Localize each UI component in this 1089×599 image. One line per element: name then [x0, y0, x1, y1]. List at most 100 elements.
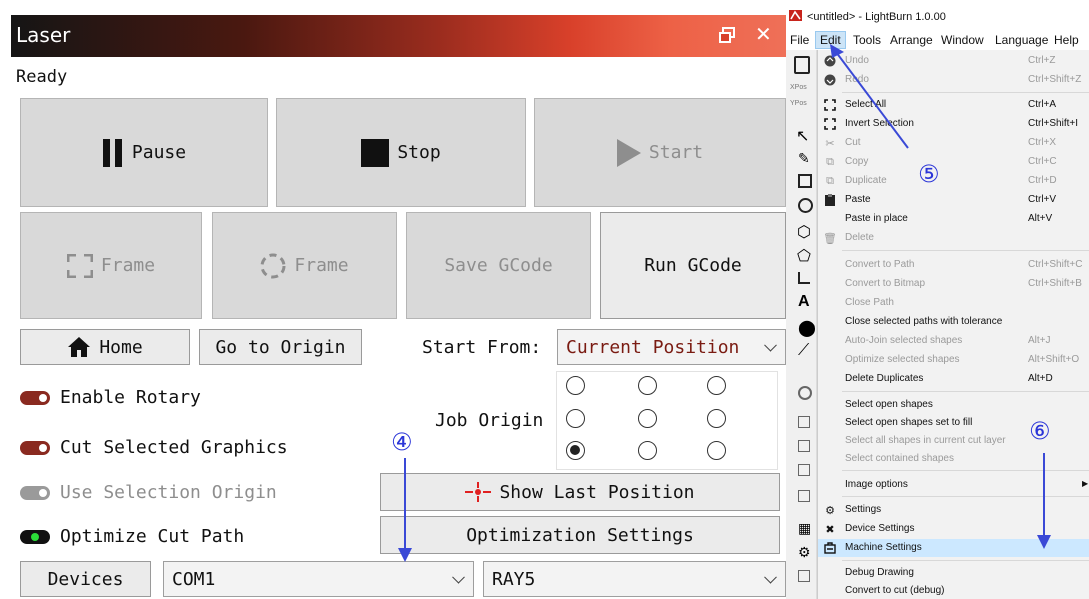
tool-icon[interactable] — [798, 440, 810, 452]
lightburn-title: <untitled> - LightBurn 1.0.00 — [807, 11, 946, 23]
menu-item-shortcut: Ctrl+Shift+Z — [1028, 74, 1082, 85]
device-select[interactable]: RAY5 — [483, 561, 786, 597]
tool-icon[interactable] — [798, 490, 810, 502]
job-origin-radio[interactable] — [638, 409, 657, 428]
menu-item-convert-to-path[interactable]: Convert to Path Ctrl+Shift+C — [818, 256, 1089, 274]
run-gcode-button[interactable]: Run GCode — [600, 212, 786, 319]
menu-item-duplicate[interactable]: ⧉ Duplicate Ctrl+D — [818, 172, 1089, 190]
text-tool-icon[interactable]: A — [798, 293, 810, 311]
menu-separator — [842, 391, 1089, 392]
chevron-down-icon — [764, 338, 777, 352]
menu-item-shortcut: Ctrl+D — [1028, 175, 1057, 186]
menu-item-paste-in-place[interactable]: Paste in place Alt+V — [818, 210, 1089, 228]
polygon-icon[interactable]: ⬡ — [797, 222, 811, 242]
start-from-select[interactable]: Current Position — [557, 329, 786, 365]
toggle-icon[interactable] — [20, 529, 50, 544]
tool-icon[interactable] — [798, 386, 812, 400]
copy-icon: ⧉ — [826, 155, 834, 168]
play-icon — [616, 138, 641, 167]
job-origin-radio[interactable] — [707, 376, 726, 395]
devices-button[interactable]: Devices — [20, 561, 151, 597]
menu-item-label: Delete Duplicates — [845, 373, 924, 384]
job-origin-radio-selected[interactable] — [566, 441, 585, 460]
frame-circle-button[interactable]: Frame — [212, 212, 397, 319]
job-origin-radio[interactable] — [638, 441, 657, 460]
ellipse-icon[interactable] — [798, 198, 813, 213]
toggle-icon[interactable] — [20, 440, 50, 455]
menu-item-delete-duplicates[interactable]: Delete Duplicates Alt+D — [818, 370, 1089, 388]
gear-small-icon[interactable]: ⚙ — [798, 544, 811, 561]
pentagon-icon[interactable]: ⬠ — [797, 246, 811, 266]
frame-circle-icon — [260, 253, 286, 279]
chevron-down-icon — [764, 570, 777, 584]
location-icon[interactable]: ⬤ — [798, 318, 816, 338]
stop-button[interactable]: Stop — [276, 98, 526, 207]
menu-item-close-path[interactable]: Close Path — [818, 294, 1089, 312]
menu-help[interactable]: Help — [1054, 33, 1079, 47]
pause-button[interactable]: Pause — [20, 98, 268, 207]
go-to-origin-button[interactable]: Go to Origin — [199, 329, 362, 365]
corner-icon[interactable] — [798, 272, 810, 284]
port-select[interactable]: COM1 — [163, 561, 474, 597]
tool-icon[interactable] — [798, 464, 810, 476]
menu-item-close-paths-tolerance[interactable]: Close selected paths with tolerance — [818, 313, 1089, 331]
tool-icon[interactable] — [798, 416, 810, 428]
start-button[interactable]: Start — [534, 98, 786, 207]
menu-file[interactable]: File — [790, 33, 809, 47]
menu-item-label: Settings — [845, 504, 882, 515]
menu-item-paste[interactable]: Paste Ctrl+V — [818, 191, 1089, 209]
menu-item-shortcut: Alt+D — [1028, 373, 1053, 384]
menu-item-label: Close Path — [845, 297, 894, 308]
toggle-icon[interactable] — [20, 485, 50, 500]
stop-label: Stop — [397, 142, 441, 163]
option-use-selection-origin[interactable]: Use Selection Origin — [20, 482, 277, 503]
grid-icon[interactable]: ▦ — [798, 520, 811, 537]
show-last-position-button[interactable]: Show Last Position — [380, 473, 780, 511]
show-last-position-label: Show Last Position — [499, 481, 695, 503]
menu-item-select-open-shapes[interactable]: Select open shapes — [818, 396, 1089, 414]
cursor-icon[interactable]: ↖ — [796, 126, 809, 146]
pen-icon[interactable]: ✎ — [798, 150, 810, 167]
frame-rect-button[interactable]: Frame — [20, 212, 202, 319]
menu-item-shortcut: Alt+J — [1028, 335, 1051, 346]
menu-item-shortcut: Ctrl+Z — [1028, 55, 1056, 66]
optimization-settings-button[interactable]: Optimization Settings — [380, 516, 780, 554]
chevron-down-icon — [452, 570, 465, 584]
menu-item-shortcut: Ctrl+X — [1028, 137, 1057, 148]
menu-window[interactable]: Window — [941, 33, 984, 47]
menu-item-optimize-shapes[interactable]: Optimize selected shapes Alt+Shift+O — [818, 351, 1089, 369]
tool-icon[interactable] — [798, 570, 810, 582]
option-enable-rotary[interactable]: Enable Rotary — [20, 387, 201, 408]
menu-item-convert-to-bitmap[interactable]: Convert to Bitmap Ctrl+Shift+B — [818, 275, 1089, 293]
new-file-icon[interactable] — [794, 56, 810, 74]
home-button[interactable]: Home — [20, 329, 190, 365]
close-icon[interactable]: ✕ — [755, 22, 772, 46]
toggle-icon[interactable] — [20, 390, 50, 405]
float-window-icon[interactable] — [719, 24, 735, 48]
job-origin-radio[interactable] — [638, 376, 657, 395]
duplicate-icon: ⧉ — [826, 174, 834, 187]
gear-icon: ⚙ — [825, 504, 835, 517]
port-value: COM1 — [172, 568, 216, 590]
menu-item-label: Delete — [845, 232, 874, 243]
menu-separator — [842, 250, 1089, 251]
menu-item-copy[interactable]: ⧉ Copy Ctrl+C — [818, 153, 1089, 171]
measure-icon[interactable]: ⟋ — [798, 342, 809, 360]
menu-item-debug-drawing[interactable]: Debug Drawing — [818, 564, 1089, 582]
option-cut-selected-graphics[interactable]: Cut Selected Graphics — [20, 437, 288, 458]
menu-item-convert-to-cut[interactable]: Convert to cut (debug) — [818, 582, 1089, 599]
job-origin-radio[interactable] — [566, 376, 585, 395]
menu-item-label: Close selected paths with tolerance — [845, 316, 1003, 327]
menu-item-auto-join[interactable]: Auto-Join selected shapes Alt+J — [818, 332, 1089, 350]
job-origin-radio[interactable] — [707, 409, 726, 428]
save-gcode-button[interactable]: Save GCode — [406, 212, 591, 319]
menu-language[interactable]: Language — [995, 33, 1048, 47]
frame-rect-label: Frame — [100, 255, 156, 276]
option-optimize-cut-path[interactable]: Optimize Cut Path — [20, 526, 244, 547]
rectangle-icon[interactable] — [798, 174, 812, 188]
submenu-arrow-icon: ▶ — [1082, 479, 1089, 488]
laser-title: Laser — [16, 23, 71, 47]
job-origin-radio[interactable] — [566, 409, 585, 428]
menu-item-delete[interactable]: 🗑 Delete — [818, 229, 1089, 247]
job-origin-radio[interactable] — [707, 441, 726, 460]
